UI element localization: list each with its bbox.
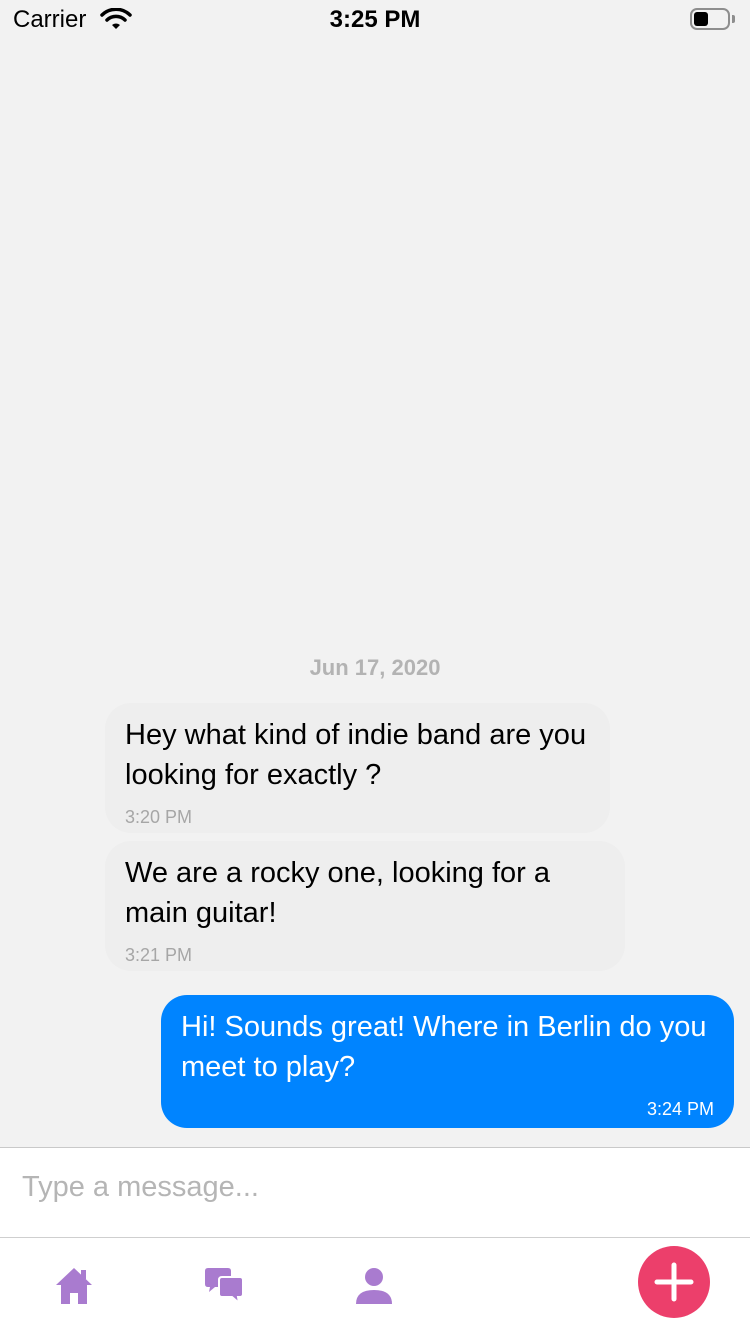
status-bar: Carrier 3:25 PM (0, 0, 750, 40)
add-button[interactable] (638, 1246, 710, 1318)
message-input[interactable] (22, 1162, 722, 1212)
message-composer (0, 1147, 750, 1237)
message-bubble-sent[interactable]: Hi! Sounds great! Where in Berlin do you… (161, 995, 734, 1128)
profile-icon[interactable] (352, 1264, 396, 1308)
home-icon[interactable] (52, 1264, 96, 1308)
chat-bubbles-icon[interactable] (202, 1264, 246, 1308)
message-time: 3:20 PM (125, 807, 193, 827)
message-bubble-received[interactable]: We are a rocky one, looking for a main g… (105, 841, 625, 971)
message-text: Hey what kind of indie band are you look… (125, 719, 587, 791)
message-bubble-received[interactable]: Hey what kind of indie band are you look… (105, 703, 610, 833)
status-time: 3:25 PM (329, 6, 421, 33)
message-time: 3:21 PM (125, 945, 193, 965)
message-text: Hi! Sounds great! Where in Berlin do you… (181, 1011, 707, 1083)
tab-bar (0, 1237, 750, 1334)
plus-icon (654, 1262, 694, 1302)
battery-icon (690, 8, 735, 30)
message-text: We are a rocky one, looking for a main g… (125, 857, 551, 929)
message-time: 3:24 PM (646, 1099, 714, 1119)
date-separator: Jun 17, 2020 (309, 655, 441, 680)
